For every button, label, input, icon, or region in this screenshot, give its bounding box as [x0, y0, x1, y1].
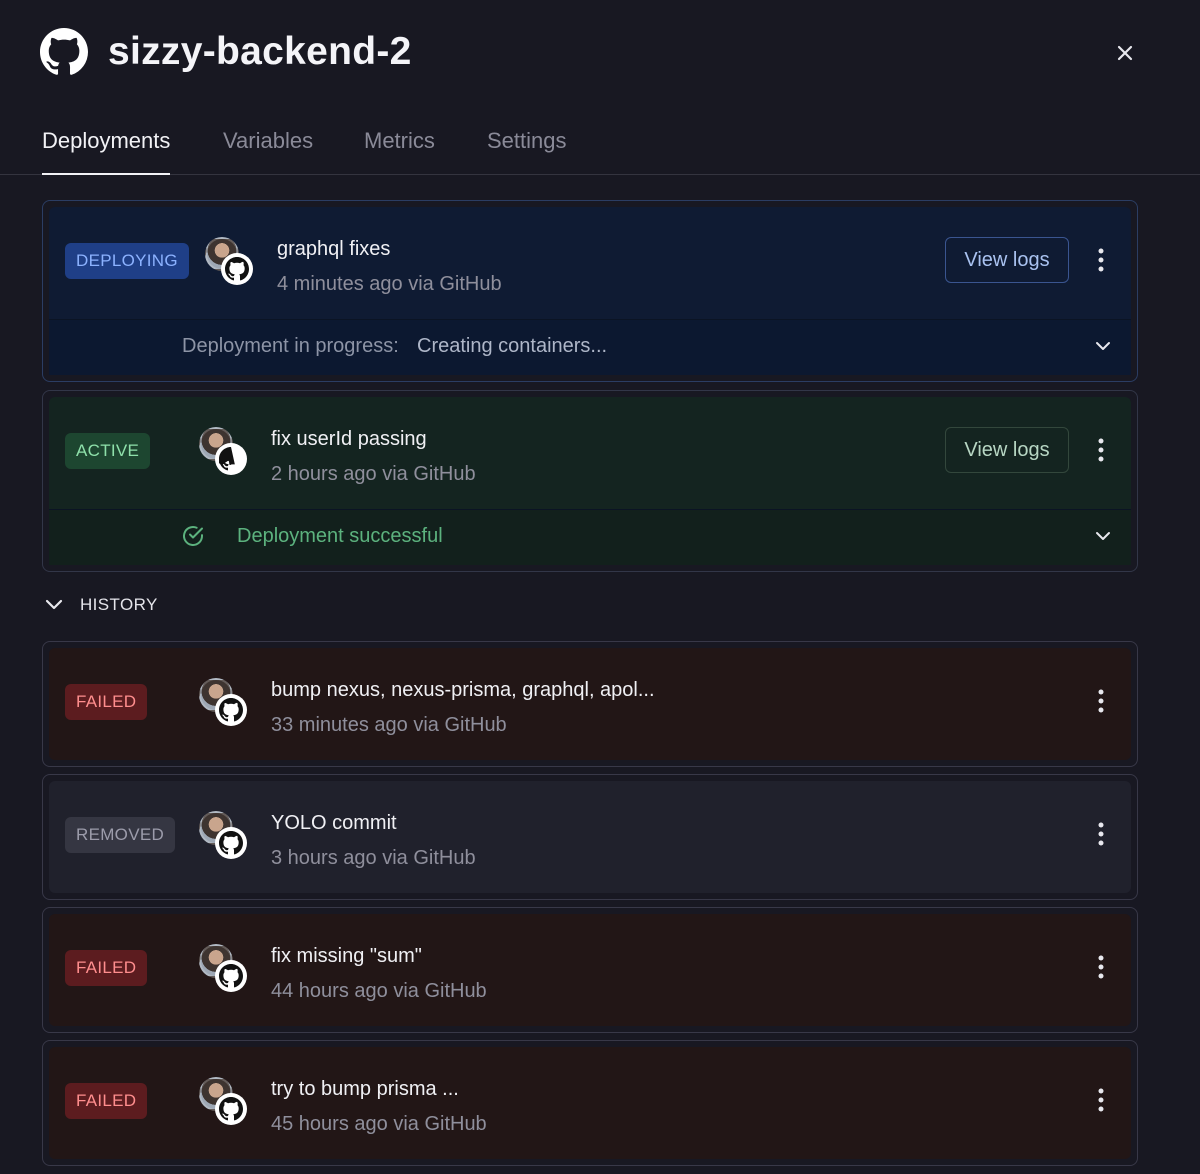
more-vertical-icon	[1098, 438, 1104, 462]
history-item: FAILED try to bump prisma ... 45 hours a…	[42, 1040, 1138, 1166]
commit-meta: 2 hours ago via GitHub	[271, 463, 476, 485]
more-menu-button[interactable]	[1089, 434, 1113, 466]
view-logs-button[interactable]: View logs	[945, 237, 1069, 283]
deployment-status-row[interactable]: Deployment successful	[49, 509, 1131, 565]
github-icon	[40, 28, 88, 75]
chevron-down-icon	[1096, 532, 1110, 540]
more-vertical-icon	[1098, 1088, 1104, 1112]
close-button[interactable]	[1110, 38, 1140, 68]
tab-settings[interactable]: Settings	[487, 128, 567, 175]
status-badge: ACTIVE	[65, 433, 151, 469]
history-label: HISTORY	[80, 595, 158, 614]
history-item: FAILED bump nexus, nexus-prisma, graphql…	[42, 641, 1138, 767]
author-avatar	[199, 1077, 247, 1125]
more-vertical-icon	[1098, 955, 1104, 979]
close-icon	[1117, 45, 1133, 61]
history-item: FAILED fix missing "sum" 44 hours ago vi…	[42, 907, 1138, 1033]
commit-meta: 44 hours ago via GitHub	[271, 980, 487, 1002]
commit-message: bump nexus, nexus-prisma, graphql, apol.…	[271, 679, 655, 701]
author-avatar	[199, 944, 247, 992]
progress-value: Creating containers...	[417, 335, 608, 357]
more-vertical-icon	[1098, 822, 1104, 846]
progress-label: Deployment in progress:	[182, 335, 399, 357]
chevron-down-icon	[1096, 342, 1110, 350]
project-title: sizzy-backend-2	[108, 30, 412, 73]
commit-meta: 33 minutes ago via GitHub	[271, 714, 507, 736]
modal-header: sizzy-backend-2	[0, 0, 1200, 110]
more-menu-button[interactable]	[1089, 818, 1113, 850]
github-icon	[215, 1093, 247, 1125]
more-menu-button[interactable]	[1089, 244, 1113, 276]
status-badge: FAILED	[65, 1083, 148, 1119]
tab-variables[interactable]: Variables	[223, 128, 313, 175]
commit-message: graphql fixes	[277, 238, 391, 260]
history-toggle[interactable]: HISTORY	[44, 592, 158, 618]
history-item: REMOVED YOLO commit 3 hours ago via GitH…	[42, 774, 1138, 900]
commit-message: try to bump prisma ...	[271, 1078, 459, 1100]
view-logs-button[interactable]: View logs	[945, 427, 1069, 473]
author-avatar	[199, 427, 247, 475]
github-icon	[215, 827, 247, 859]
status-badge: REMOVED	[65, 817, 176, 853]
deployment-card-active: ACTIVE fix userId passing 2 hours ago vi…	[42, 390, 1138, 572]
deployment-progress-row[interactable]: Deployment in progress: Creating contain…	[49, 319, 1131, 375]
tab-metrics[interactable]: Metrics	[364, 128, 435, 175]
github-icon	[215, 443, 247, 475]
author-avatar	[199, 811, 247, 859]
commit-meta: 4 minutes ago via GitHub	[277, 273, 502, 295]
check-circle-icon	[183, 526, 203, 546]
commit-message: fix userId passing	[271, 428, 427, 450]
expand-button[interactable]	[1091, 334, 1115, 358]
github-icon	[221, 253, 253, 285]
status-badge: FAILED	[65, 950, 148, 986]
commit-meta: 3 hours ago via GitHub	[271, 847, 476, 869]
tab-deployments[interactable]: Deployments	[42, 128, 171, 175]
status-badge: FAILED	[65, 684, 148, 720]
tab-bar: Deployments Variables Metrics Settings	[0, 110, 1200, 175]
commit-message: YOLO commit	[271, 812, 397, 834]
success-label: Deployment successful	[237, 525, 443, 547]
status-badge: DEPLOYING	[65, 243, 189, 279]
more-vertical-icon	[1098, 689, 1104, 713]
deployment-card-deploying: DEPLOYING graphql fixes 4 minutes ago vi…	[42, 200, 1138, 382]
more-menu-button[interactable]	[1089, 685, 1113, 717]
chevron-down-icon	[45, 599, 63, 610]
github-icon	[215, 694, 247, 726]
more-menu-button[interactable]	[1089, 1084, 1113, 1116]
author-avatar	[205, 237, 253, 285]
expand-button[interactable]	[1091, 524, 1115, 548]
commit-message: fix missing "sum"	[271, 945, 422, 967]
more-vertical-icon	[1098, 248, 1104, 272]
commit-meta: 45 hours ago via GitHub	[271, 1113, 487, 1135]
author-avatar	[199, 678, 247, 726]
github-icon	[215, 960, 247, 992]
more-menu-button[interactable]	[1089, 951, 1113, 983]
